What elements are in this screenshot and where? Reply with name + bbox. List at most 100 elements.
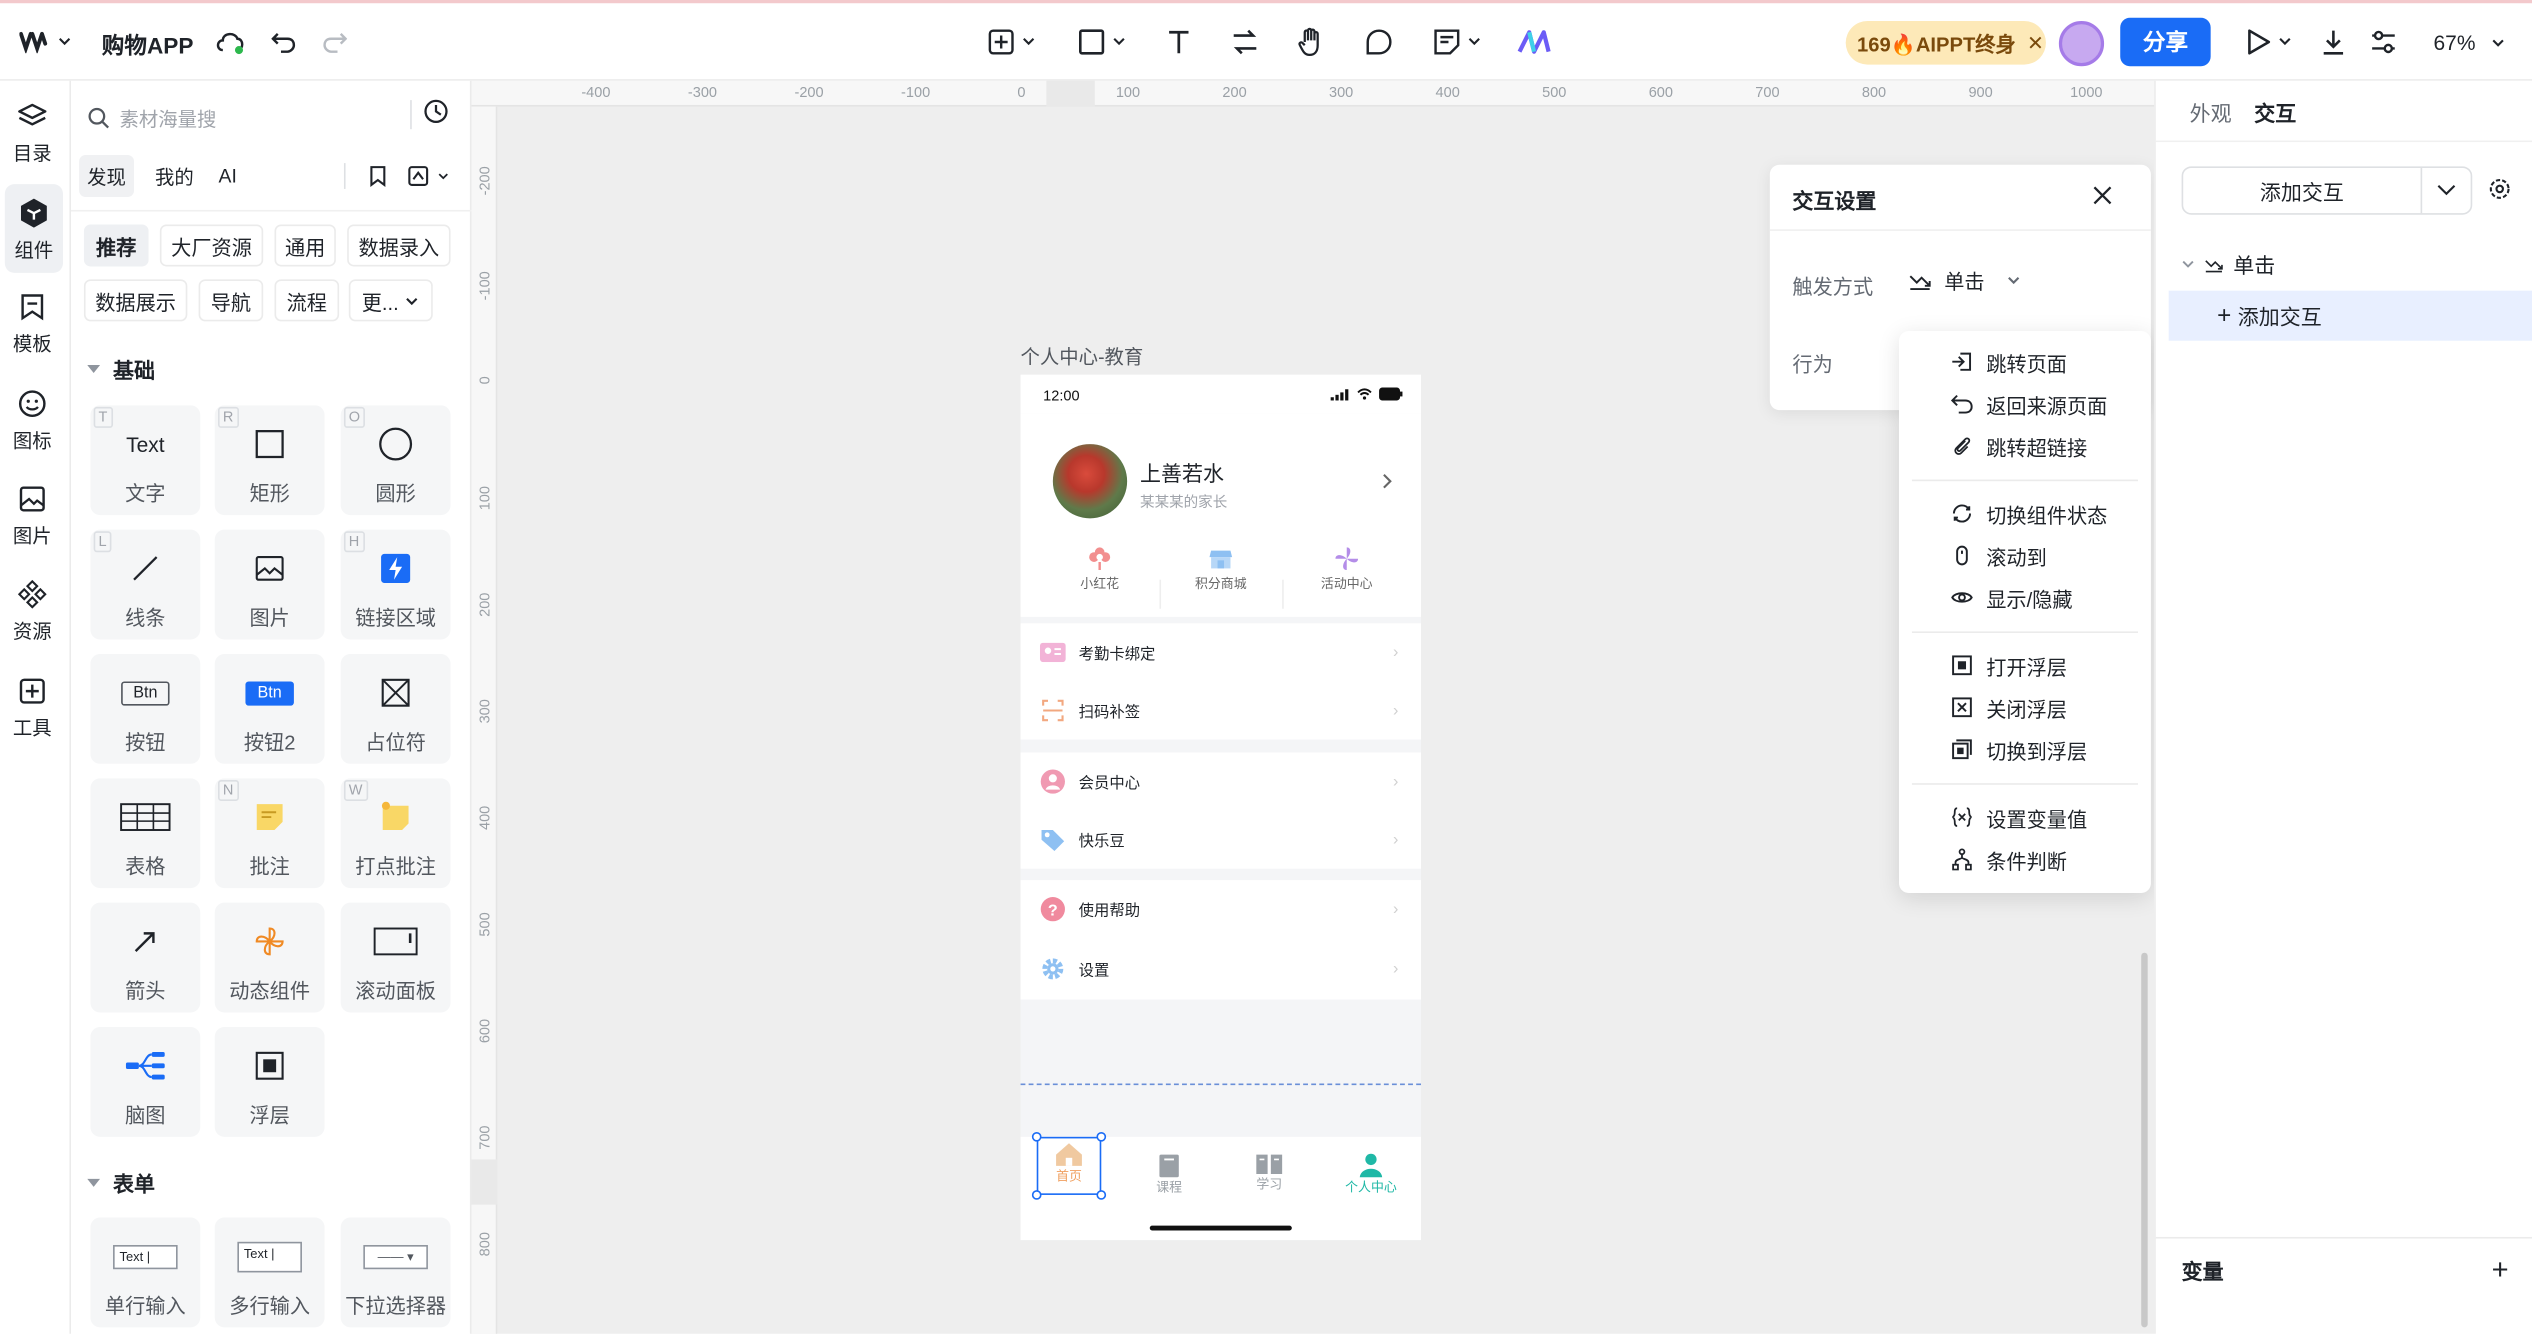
profile-avatar[interactable] (1052, 444, 1128, 519)
share-button[interactable]: 分享 (2120, 17, 2211, 67)
import-icon[interactable] (407, 165, 430, 188)
add-variable-icon[interactable]: + (2492, 1253, 2509, 1287)
canvas-vertical-scrollbar[interactable] (2141, 952, 2148, 1328)
tile-arrow[interactable]: 箭头 (90, 902, 201, 1013)
tile-circle[interactable]: O 圆形 (340, 405, 451, 516)
phone-frame[interactable]: 12:00 上善若水 某某某的家长 小红花 积分商城 活动中心 考勤卡绑定 › … (1020, 374, 1422, 1241)
tile-button2[interactable]: Btn 按钮2 (214, 653, 325, 764)
text-tool-icon[interactable] (1161, 18, 1197, 66)
rail-item-resources[interactable]: 资源 (0, 575, 65, 644)
section-form[interactable]: 表单 (87, 1168, 155, 1199)
chevron-right-icon[interactable] (1382, 473, 1392, 489)
tile-mindmap[interactable]: 脑图 (90, 1027, 201, 1137)
menu-item-toggle-state[interactable]: 切换组件状态 (1951, 497, 2145, 529)
chip-big-resources[interactable]: 大厂资源 (159, 224, 264, 267)
section-basic[interactable]: 基础 (87, 354, 155, 385)
chip-general[interactable]: 通用 (274, 224, 336, 267)
insert-tool-button[interactable] (982, 18, 1040, 66)
tree-add-interaction[interactable]: + 添加交互 (2168, 290, 2532, 341)
tab-study[interactable]: 学习 (1237, 1153, 1302, 1193)
row-help[interactable]: ? 使用帮助 › (1021, 880, 1421, 938)
add-interaction-dropdown[interactable] (2422, 168, 2470, 213)
rail-item-tools[interactable]: 工具 (0, 672, 65, 741)
tile-dynamic-component[interactable]: 动态组件 (214, 902, 325, 1013)
logo-menu-button[interactable] (16, 18, 74, 66)
redo-icon[interactable] (317, 18, 353, 66)
menu-item-condition[interactable]: 条件判断 (1951, 843, 2145, 875)
promo-close-icon[interactable]: ✕ (2027, 31, 2044, 55)
chip-data-display[interactable]: 数据展示 (83, 279, 188, 322)
chip-flow[interactable]: 流程 (274, 279, 340, 322)
user-avatar[interactable] (2058, 20, 2105, 67)
add-interaction-label[interactable]: 添加交互 (2183, 167, 2423, 214)
tile-overlay[interactable]: 浮层 (214, 1027, 325, 1137)
cloud-sync-icon[interactable] (213, 18, 249, 66)
tile-single-input[interactable]: Text | 单行输入 (90, 1217, 201, 1328)
menu-item-switch-overlay[interactable]: 切换到浮层 (1951, 733, 2145, 765)
tile-placeholder[interactable]: 占位符 (340, 653, 451, 764)
menu-item-set-variable[interactable]: 设置变量值 (1951, 801, 2145, 833)
bookmark-icon[interactable] (367, 165, 390, 188)
tile-line[interactable]: L 线条 (90, 529, 201, 640)
tile-dot-annotation[interactable]: W 打点批注 (340, 778, 451, 889)
undo-icon[interactable] (266, 18, 302, 66)
menu-item-goto-page[interactable]: 跳转页面 (1951, 346, 2145, 378)
rail-item-outline[interactable]: 目录 (0, 97, 65, 166)
chip-data-entry[interactable]: 数据录入 (347, 224, 451, 267)
menu-item-go-back[interactable]: 返回来源页面 (1950, 388, 2145, 420)
connector-tool-icon[interactable] (1227, 18, 1263, 66)
promo-badge[interactable]: 169🔥AIPPT终身 ✕ (1845, 20, 2046, 65)
design-canvas[interactable]: -400 -300 -200 -100 0 100 200 300 400 50… (471, 80, 2155, 1334)
chevron-down-icon[interactable] (438, 173, 449, 181)
tile-annotation[interactable]: N 批注 (214, 778, 325, 889)
rail-item-templates[interactable]: 模板 (0, 287, 65, 356)
menu-item-show-hide[interactable]: 显示/隐藏 (1951, 581, 2145, 613)
tab-home-selected[interactable]: 首页 (1031, 1131, 1107, 1200)
tile-link-area[interactable]: H 链接区域 (340, 529, 451, 640)
history-icon[interactable] (423, 99, 449, 125)
comment-tool-icon[interactable] (1361, 18, 1397, 66)
tab-appearance[interactable]: 外观 (2190, 97, 2232, 128)
ai-logo-icon[interactable] (1515, 18, 1554, 66)
menu-item-close-overlay[interactable]: 关闭浮层 (1951, 691, 2145, 723)
tile-table[interactable]: 表格 (90, 778, 201, 889)
close-icon[interactable] (2093, 186, 2112, 205)
rail-item-icons[interactable]: 图标 (0, 384, 65, 453)
zoom-dropdown[interactable]: 67% (2434, 31, 2476, 55)
settings-icon[interactable] (2488, 178, 2511, 201)
hand-tool-icon[interactable] (1293, 18, 1329, 66)
row-scan-sign[interactable]: 扫码补签 › (1021, 681, 1421, 739)
tile-image[interactable]: 图片 (214, 529, 325, 640)
quick-activity-center[interactable]: 活动中心 (1298, 546, 1395, 593)
row-attendance-card[interactable]: 考勤卡绑定 › (1021, 623, 1421, 681)
rail-item-components[interactable]: 组件 (4, 184, 63, 273)
menu-item-scroll-to[interactable]: 滚动到 (1951, 539, 2145, 571)
row-settings[interactable]: 设置 › (1021, 940, 1421, 998)
tile-button[interactable]: Btn 按钮 (90, 653, 201, 764)
tile-rectangle[interactable]: R 矩形 (214, 405, 325, 516)
tile-multi-input[interactable]: Text | 多行输入 (214, 1217, 325, 1328)
tab-ai[interactable]: AI (212, 155, 244, 197)
quick-points-mall[interactable]: 积分商城 (1172, 546, 1269, 593)
chip-recommended[interactable]: 推荐 (83, 224, 149, 267)
shape-tool-button[interactable] (1072, 18, 1130, 66)
note-tool-button[interactable] (1427, 18, 1485, 66)
settings-sliders-icon[interactable] (2367, 18, 2399, 66)
tile-text[interactable]: T Text 文字 (90, 405, 201, 516)
tab-interaction[interactable]: 交互 (2254, 97, 2296, 128)
tile-scroll-panel[interactable]: 滚动面板 (340, 902, 451, 1013)
download-icon[interactable] (2317, 18, 2349, 66)
frame-label[interactable]: 个人中心-教育 (1021, 342, 1144, 369)
search-input[interactable]: 素材海量搜 (119, 104, 216, 131)
tab-discover[interactable]: 发现 (79, 155, 135, 198)
chip-more[interactable]: 更... (348, 279, 433, 322)
chip-navigation[interactable]: 导航 (198, 279, 264, 322)
tree-event-click[interactable]: 单击 (2182, 249, 2275, 280)
tab-courses[interactable]: 课程 (1137, 1153, 1202, 1197)
rail-item-images[interactable]: 图片 (0, 480, 65, 549)
menu-item-open-overlay[interactable]: 打开浮层 (1951, 649, 2145, 681)
library-search[interactable]: 素材海量搜 (87, 94, 458, 142)
tab-profile[interactable]: 个人中心 (1337, 1153, 1405, 1197)
preview-button[interactable] (2240, 18, 2298, 66)
add-interaction-button[interactable]: 添加交互 (2181, 166, 2473, 215)
